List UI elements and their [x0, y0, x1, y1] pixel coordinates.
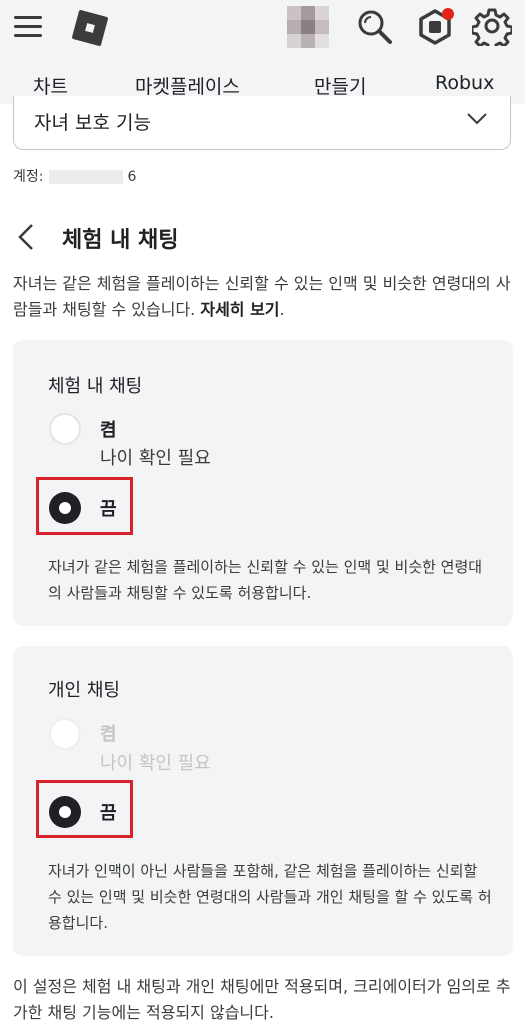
dropdown-label: 자녀 보호 기능	[34, 112, 151, 134]
back-arrow-icon[interactable]	[14, 222, 38, 252]
chevron-down-icon	[467, 113, 487, 125]
top-bar: 차트 마켓플레이스 만들기 Robux	[0, 0, 525, 104]
account-info: 계정: 6	[13, 166, 136, 186]
footer-note: 이 설정은 체험 내 채팅과 개인 채팅에만 적용되며, 크리에이터가 임의로 …	[13, 977, 511, 1022]
page-description: 자녀는 같은 체험을 플레이하는 신뢰할 수 있는 인맥 및 비슷한 연령대의 …	[13, 271, 513, 323]
nav-robux[interactable]: Robux	[435, 72, 494, 94]
card-title: 체험 내 채팅	[48, 376, 143, 397]
card-description: 자녀가 같은 체험을 플레이하는 신뢰할 수 있는 인맥 및 비슷한 연령대의 …	[48, 558, 483, 602]
highlight-box	[36, 477, 133, 535]
search-icon[interactable]	[356, 8, 394, 46]
option-on-sublabel: 나이 확인 필요	[100, 753, 211, 774]
learn-more-link[interactable]: 자세히 보기	[200, 300, 279, 319]
nav-marketplace[interactable]: 마켓플레이스	[135, 72, 240, 99]
account-name-redacted	[49, 170, 124, 184]
robux-icon[interactable]	[414, 6, 456, 48]
option-on-label: 켬	[100, 724, 117, 745]
account-label: 계정:	[13, 169, 44, 185]
card-title: 개인 채팅	[48, 680, 120, 701]
option-on-sublabel: 나이 확인 필요	[100, 448, 211, 469]
card-description: 자녀가 인맥이 아닌 사람들을 포함해, 같은 체험을 플레이하는 신뢰할 수 …	[48, 862, 492, 932]
avatar[interactable]	[287, 6, 329, 48]
gear-icon[interactable]	[472, 6, 512, 46]
description-period: .	[279, 300, 285, 319]
nav-charts[interactable]: 차트	[33, 72, 68, 99]
notification-dot	[442, 8, 454, 20]
parental-controls-dropdown[interactable]: 자녀 보호 기능	[13, 96, 511, 150]
account-suffix: 6	[127, 169, 137, 185]
private-chat-card: 개인 채팅 켬 나이 확인 필요 끔 자녀가 인맥이 아닌 사람들을 포함해, …	[13, 646, 513, 956]
hamburger-menu-icon[interactable]	[14, 16, 42, 38]
roblox-logo-icon[interactable]	[70, 8, 110, 48]
page-title: 체험 내 채팅	[62, 228, 179, 253]
radio-on-disabled	[49, 718, 81, 750]
option-on-label: 켬	[100, 420, 117, 441]
experience-chat-card: 체험 내 채팅 켬 나이 확인 필요 끔 자녀가 같은 체험을 플레이하는 신뢰…	[13, 340, 513, 626]
radio-on[interactable]	[49, 413, 81, 445]
highlight-box	[36, 780, 133, 838]
nav-create[interactable]: 만들기	[314, 72, 366, 99]
